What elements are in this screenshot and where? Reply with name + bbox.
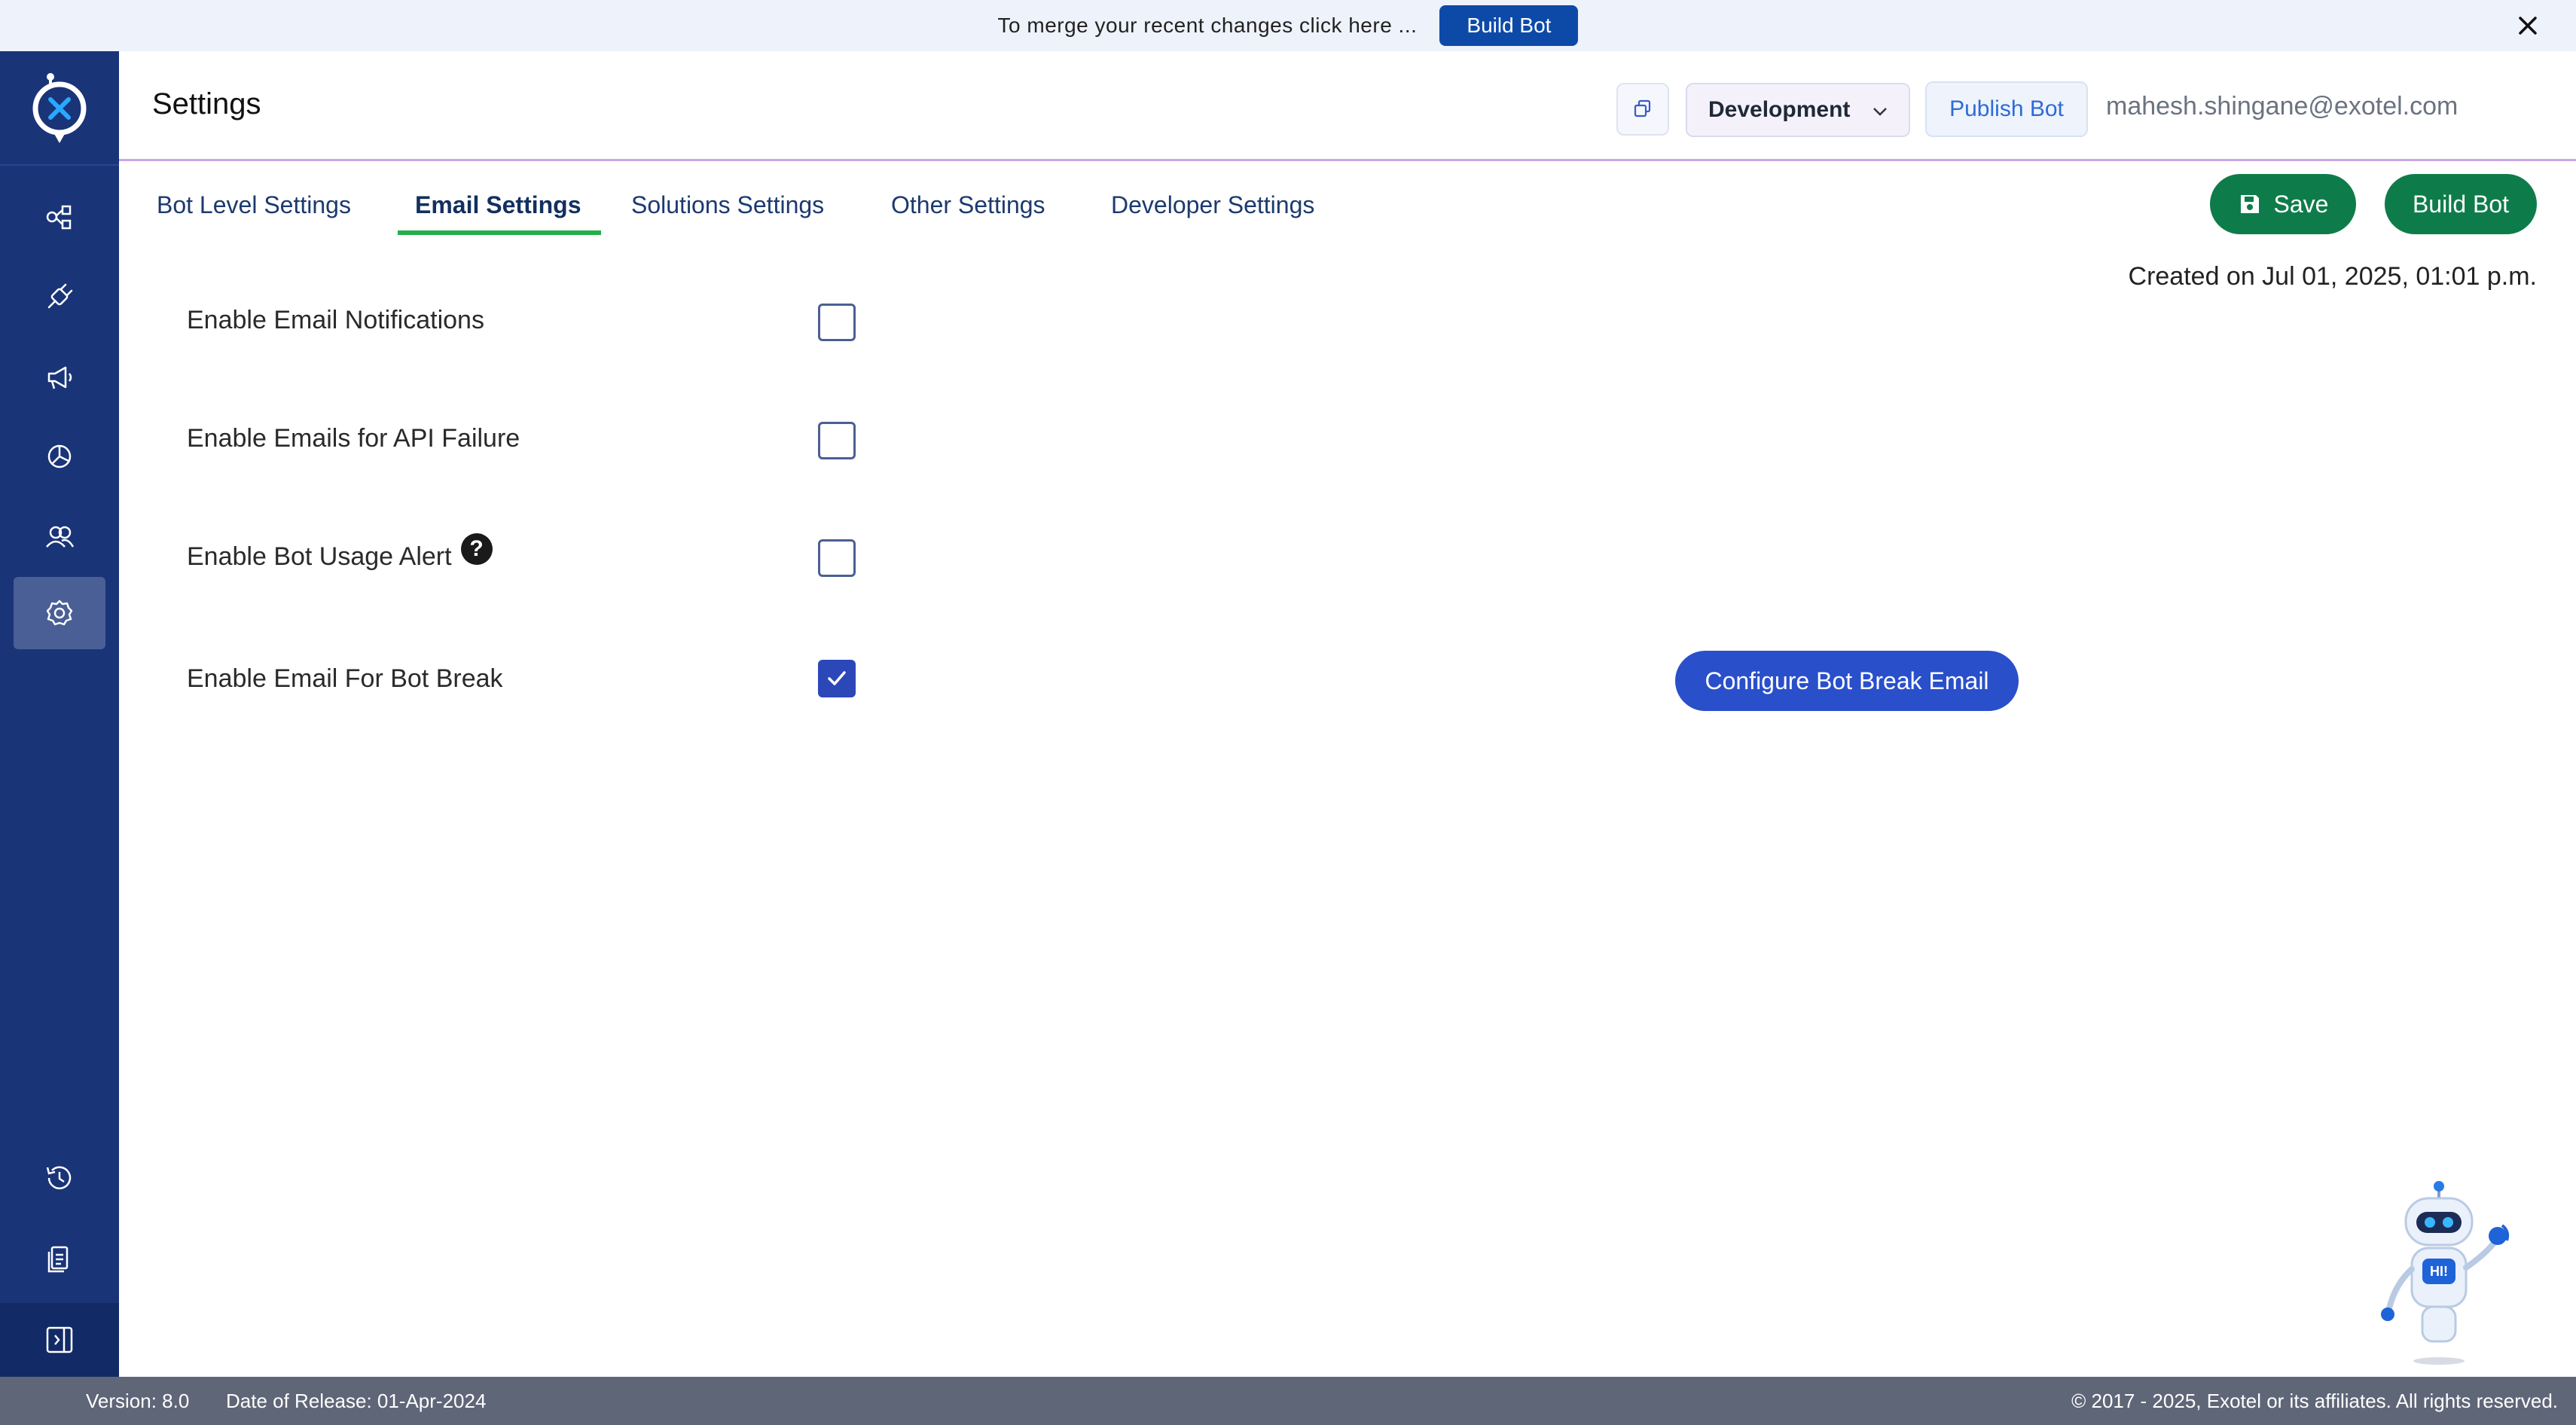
- banner-message: To merge your recent changes click here …: [997, 14, 1418, 37]
- sidebar-item-settings[interactable]: [14, 577, 105, 649]
- tab-email-settings[interactable]: Email Settings: [415, 173, 581, 236]
- configure-bot-break-email-button[interactable]: Configure Bot Break Email: [1675, 651, 2019, 711]
- documents-icon: [47, 1246, 69, 1273]
- page-header: Settings Development Publish Bot mahesh.…: [119, 51, 2576, 161]
- footer-copyright: © 2017 - 2025, Exotel or its affiliates.…: [2071, 1389, 2558, 1412]
- environment-value: Development: [1708, 97, 1851, 122]
- setting-label-text: Enable Emails for API Failure: [187, 424, 520, 453]
- setting-label-text: Enable Email Notifications: [187, 306, 484, 334]
- created-on-text: Created on Jul 01, 2025, 01:01 p.m.: [2128, 262, 2537, 291]
- sidebar-item-documents[interactable]: [14, 1222, 105, 1294]
- campaign-icon: [47, 366, 72, 389]
- footer-release-date: Date of Release: 01-Apr-2024: [226, 1389, 487, 1412]
- api-failure-checkbox[interactable]: [818, 422, 856, 459]
- save-label: Save: [2273, 190, 2329, 218]
- users-icon: [46, 526, 75, 548]
- bot-usage-alert-checkbox[interactable]: [818, 539, 856, 577]
- tab-other-settings[interactable]: Other Settings: [891, 173, 1045, 236]
- sidebar-item-users[interactable]: [14, 500, 105, 572]
- sidebar-item-campaigns[interactable]: [14, 340, 105, 413]
- close-icon[interactable]: [2510, 8, 2546, 44]
- history-icon: [46, 1166, 72, 1190]
- save-icon: [2240, 195, 2259, 213]
- checkmark-icon: [828, 671, 846, 685]
- tab-solutions-settings[interactable]: Solutions Settings: [631, 173, 824, 236]
- email-notifications-checkbox[interactable]: [818, 304, 856, 341]
- copy-icon: [1634, 99, 1651, 117]
- publish-bot-button[interactable]: Publish Bot: [1925, 81, 2088, 137]
- setting-label-email-notifications: Enable Email Notifications: [187, 306, 484, 335]
- tab-developer-settings[interactable]: Developer Settings: [1111, 173, 1314, 236]
- user-email: mahesh.shingane@exotel.com: [2106, 92, 2458, 121]
- robot-badge-text: HI!: [2430, 1264, 2448, 1279]
- save-button[interactable]: Save: [2210, 174, 2356, 234]
- expand-sidebar-icon: [46, 1326, 73, 1353]
- chat-assistant-robot-icon[interactable]: HI!: [2373, 1179, 2523, 1367]
- page-title: Settings: [152, 87, 261, 121]
- sidebar-divider: [0, 164, 119, 166]
- sidebar-expand-button[interactable]: [0, 1303, 119, 1377]
- active-tab-indicator: [398, 230, 601, 235]
- help-icon[interactable]: ?: [460, 533, 493, 565]
- bot-break-checkbox[interactable]: [818, 660, 856, 697]
- environment-select[interactable]: Development: [1686, 83, 1910, 137]
- footer-version: Version: 8.0: [86, 1389, 190, 1412]
- flow-icon: [46, 205, 72, 230]
- setting-label-bot-usage-alert: Enable Bot Usage Alert ?: [187, 533, 493, 572]
- build-bot-button[interactable]: Build Bot: [2385, 174, 2537, 234]
- sidebar-item-flows[interactable]: [14, 181, 105, 253]
- setting-label-bot-break: Enable Email For Bot Break: [187, 664, 503, 694]
- settings-icon: [46, 600, 73, 626]
- integrations-icon: [47, 283, 73, 309]
- tab-bot-level-settings[interactable]: Bot Level Settings: [157, 173, 351, 236]
- footer: Version: 8.0 Date of Release: 01-Apr-202…: [0, 1377, 2576, 1425]
- setting-label-text: Enable Email For Bot Break: [187, 664, 503, 693]
- copy-button[interactable]: [1616, 83, 1669, 136]
- merge-banner: To merge your recent changes click here …: [0, 0, 2576, 51]
- banner-build-bot-button[interactable]: Build Bot: [1439, 5, 1579, 46]
- setting-label-api-failure: Enable Emails for API Failure: [187, 424, 520, 453]
- sidebar: [0, 51, 119, 1377]
- sidebar-item-analytics[interactable]: [14, 420, 105, 493]
- sidebar-item-integrations[interactable]: [14, 261, 105, 333]
- exotel-logo-icon[interactable]: [28, 71, 91, 146]
- sidebar-item-history[interactable]: [14, 1142, 105, 1214]
- chevron-down-icon: [1873, 108, 1887, 116]
- analytics-icon: [47, 444, 72, 468]
- setting-label-text: Enable Bot Usage Alert: [187, 542, 452, 571]
